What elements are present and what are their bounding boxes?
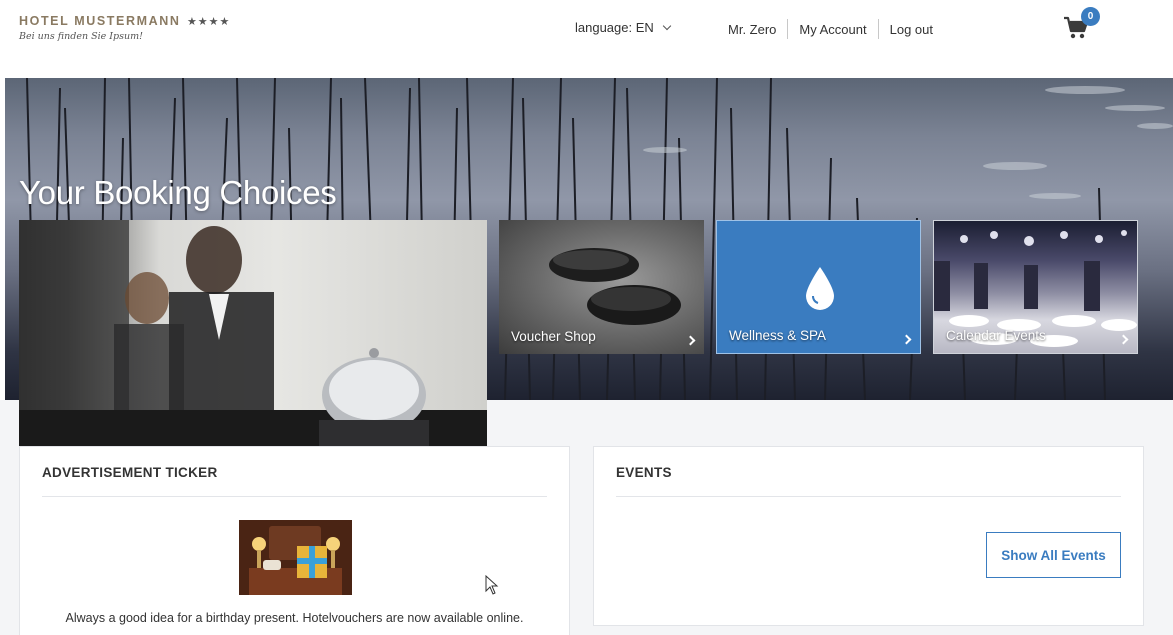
calendar-events-tile[interactable]: Calendar Events (933, 220, 1138, 354)
language-selector[interactable]: language: EN (575, 20, 672, 35)
wellness-spa-tile[interactable]: Wellness & SPA (716, 220, 921, 354)
hero-title: Your Booking Choices (19, 174, 337, 211)
my-account-link[interactable]: My Account (788, 22, 877, 37)
events-title: EVENTS (616, 465, 672, 480)
calendar-events-label: Calendar Events (946, 328, 1046, 343)
hotel-logo[interactable]: HOTEL MUSTERMANN ★★★★ Bei uns finden Sie… (19, 12, 230, 42)
voucher-shop-label: Voucher Shop (511, 329, 596, 344)
hotel-name: HOTEL MUSTERMANN (19, 14, 181, 28)
language-label: language: EN (575, 20, 654, 35)
chevron-down-icon (662, 21, 672, 30)
voucher-shop-tile[interactable]: Voucher Shop (499, 220, 704, 354)
show-all-events-button[interactable]: Show All Events (986, 532, 1121, 578)
hotel-stars: ★★★★ (186, 16, 231, 28)
user-nav: Mr. Zero My Account Log out (728, 19, 944, 39)
water-drop-icon (806, 267, 834, 310)
site-header: HOTEL MUSTERMANN ★★★★ Bei uns finden Sie… (0, 0, 1173, 78)
cart-count-badge: 0 (1081, 7, 1100, 26)
divider (616, 496, 1121, 497)
wellness-spa-label: Wellness & SPA (729, 328, 827, 343)
chevron-right-icon (901, 334, 912, 345)
birthday-gift-image[interactable] (239, 520, 352, 595)
user-name-link[interactable]: Mr. Zero (728, 22, 787, 37)
reception-tile[interactable] (19, 220, 487, 446)
hotel-tagline: Bei uns finden Sie Ipsum! (19, 31, 143, 42)
reception-image (19, 220, 487, 446)
events-panel: EVENTS Show All Events (593, 446, 1144, 626)
advertisement-ticker-title: ADVERTISEMENT TICKER (42, 465, 218, 480)
logout-link[interactable]: Log out (879, 22, 944, 37)
mouse-pointer-icon (485, 575, 499, 595)
advertisement-ticker-panel: ADVERTISEMENT TICKER Always a good idea … (19, 446, 570, 635)
divider (42, 496, 547, 497)
advertisement-text: Always a good idea for a birthday presen… (65, 611, 524, 625)
